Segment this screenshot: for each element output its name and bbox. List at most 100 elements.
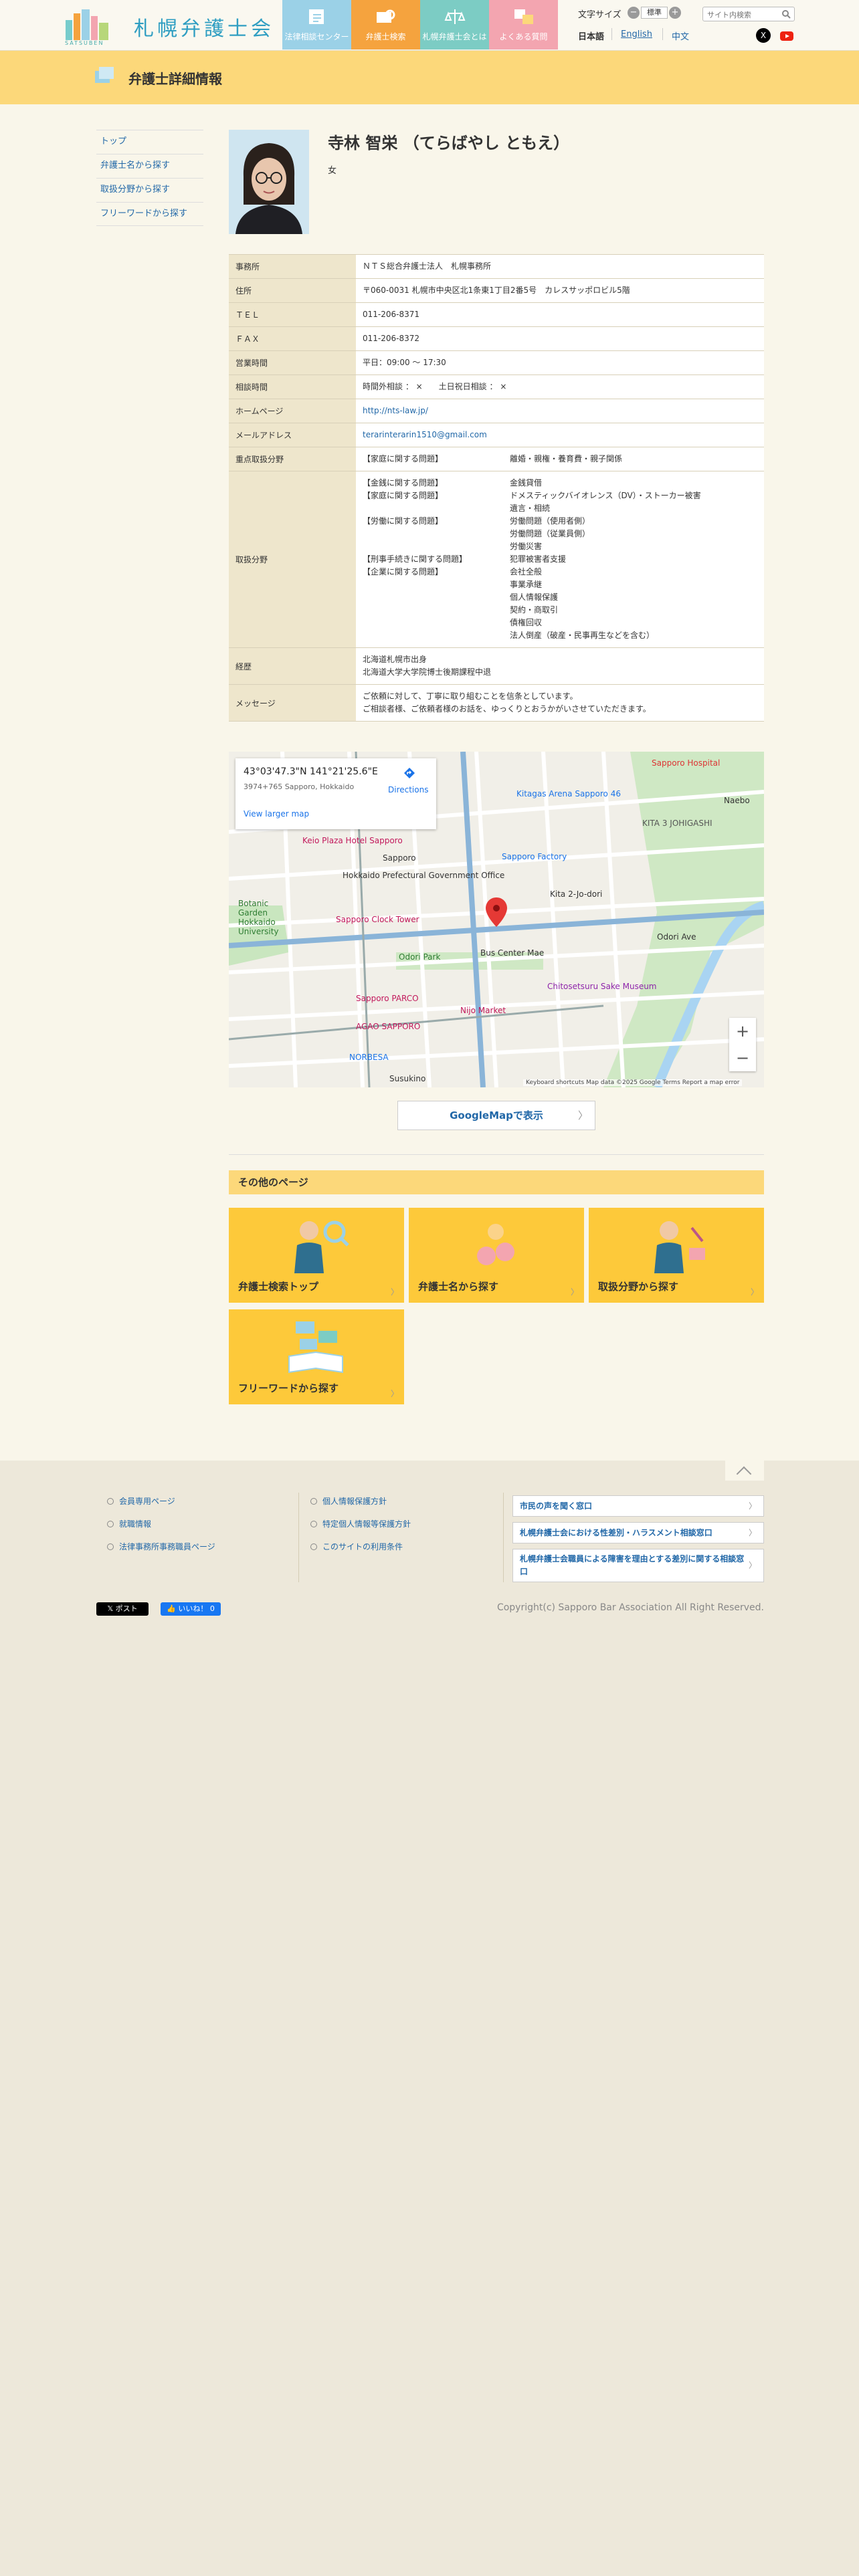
facebook-like-button[interactable]: 👍 いいね！ 0 [161, 1602, 221, 1616]
freeword-book-icon [288, 1321, 343, 1374]
map-zoom-controls: + − [729, 1018, 756, 1071]
portrait-image [229, 130, 309, 234]
back-to-top-button[interactable] [725, 1461, 764, 1481]
side-nav-by-name[interactable]: 弁護士名から探す [96, 154, 203, 178]
map-label: Hokkaido Prefectural Government Office [343, 871, 505, 880]
row-label: ＴＥＬ [229, 302, 356, 327]
row-label: 営業時間 [229, 350, 356, 375]
map-label: Odori Ave [657, 932, 696, 942]
map-label: Sapporo PARCO [356, 994, 419, 1003]
map-label: Sapporo [383, 853, 416, 863]
directions-icon[interactable] [403, 766, 416, 781]
side-nav-freeword[interactable]: フリーワードから探す [96, 202, 203, 226]
footer-link-staff[interactable]: 法律事務所事務職員ページ [104, 1541, 215, 1564]
card-label: 弁護士名から探す [418, 1281, 499, 1293]
zoom-out-button[interactable]: − [729, 1045, 756, 1071]
name-bubbles-icon [477, 1224, 514, 1265]
font-size-standard-button[interactable]: 標準 [641, 7, 668, 19]
footer-link-specific-privacy[interactable]: 特定個人情報等保護方針 [308, 1518, 411, 1541]
x-post-button[interactable]: 𝕏 ポスト [96, 1602, 149, 1616]
field-item: 個人情報保護 [510, 593, 559, 602]
side-nav-by-field[interactable]: 取扱分野から探す [96, 178, 203, 202]
field-category: 【労働に関する問題】 [363, 516, 444, 526]
card-search-top[interactable]: 弁護士検索トップ 〉 [229, 1208, 404, 1303]
lawyer-photo [229, 130, 309, 234]
homepage-link[interactable]: http://nts-law.jp/ [363, 406, 428, 415]
focus-category: 【家庭に関する問題】 [363, 454, 444, 463]
footer-divider [298, 1493, 299, 1582]
table-row: 経歴 北海道札幌市出身 北海道大学大学院博士後期課程中退 [229, 647, 764, 685]
map-label: Bus Center Mae [480, 948, 545, 958]
field-item: ドメスティックバイオレンス（DV）・ストーカー被害 [510, 491, 701, 500]
nav-about[interactable]: 札幌弁護士会とは [420, 0, 489, 49]
logo-subtext: SATSUBEN [65, 40, 104, 46]
zoom-in-button[interactable]: + [729, 1018, 756, 1045]
map-label: Sapporo Factory [502, 852, 567, 861]
footer-link-members[interactable]: 会員専用ページ [104, 1495, 215, 1518]
career-line: 北海道大学大学院博士後期課程中退 [363, 667, 492, 677]
map-label: NORBESA [349, 1053, 389, 1062]
directions-link[interactable]: Directions [388, 785, 428, 794]
table-row: 営業時間 平日：09:00 ～ 17:30 [229, 350, 764, 375]
lang-english[interactable]: English [621, 29, 652, 39]
nav-legal-center[interactable]: 法律相談センター [282, 0, 351, 49]
nav-label: 弁護士検索 [365, 32, 406, 41]
lawyer-scales-icon [654, 1221, 705, 1273]
footer-links-1: 会員専用ページ 就職情報 法律事務所事務職員ページ [104, 1495, 215, 1564]
site-search [702, 7, 795, 22]
chevron-right-icon: 〉 [570, 1287, 579, 1297]
lang-divider [662, 28, 663, 40]
logo-icon[interactable] [64, 8, 112, 43]
footer-link-jobs[interactable]: 就職情報 [104, 1518, 215, 1541]
footer-link-privacy[interactable]: 個人情報保護方針 [308, 1495, 411, 1518]
card-by-name[interactable]: 弁護士名から探す 〉 [409, 1208, 584, 1303]
x-icon[interactable]: X [756, 28, 771, 43]
logo-text[interactable]: 札幌弁護士会 [134, 12, 274, 41]
table-row: メッセージ ご依頼に対して、丁寧に取り組むことを信条としています。 ご相談者様、ご… [229, 684, 764, 722]
lawyer-search-icon [95, 67, 114, 83]
youtube-icon[interactable] [780, 31, 793, 41]
map-coordinates: 43°03'47.3"N 141°21'25.6"E [244, 766, 378, 777]
fields-list: 【金銭に関する問題】 金銭貸借 【家庭に関する問題】 ドメスティックバイオレンス（D… [356, 471, 764, 648]
footer-link-terms[interactable]: このサイトの利用条件 [308, 1541, 411, 1564]
font-size-decrease-button[interactable]: − [628, 7, 640, 19]
table-row: 取扱分野 【金銭に関する問題】 金銭貸借 【家庭に関する問題】 ドメスティックバイオ… [229, 471, 764, 648]
lang-chinese[interactable]: 中文 [672, 29, 689, 42]
row-label: ホームページ [229, 399, 356, 423]
lang-japanese[interactable]: 日本語 [578, 29, 604, 42]
faq-icon [514, 9, 533, 24]
view-larger-map-link[interactable]: View larger map [244, 809, 309, 819]
card-by-field[interactable]: 取扱分野から探す 〉 [589, 1208, 764, 1303]
footer-box-disability[interactable]: 札幌弁護士会職員による障害を理由とする差別に関する相談窓口〉 [512, 1549, 764, 1582]
map-label: Odori Park [399, 952, 441, 962]
chevron-right-icon: 〉 [577, 1109, 588, 1121]
map-label: Keio Plaza Hotel Sapporo [302, 836, 403, 845]
table-row: ホームページ http://nts-law.jp/ [229, 399, 764, 423]
lang-divider [611, 28, 612, 40]
map-info-card: 43°03'47.3"N 141°21'25.6"E 3974+765 Sapp… [235, 758, 436, 829]
map-label: Naebo [724, 796, 750, 805]
font-size-increase-button[interactable]: + [669, 7, 681, 19]
email-link[interactable]: terarinterarin1510@gmail.com [363, 430, 487, 439]
search-icon[interactable] [781, 9, 791, 19]
nav-lawyer-search[interactable]: 弁護士検索 [351, 0, 420, 49]
footer-box-citizen-voice[interactable]: 市民の声を聞く窓口 〉 [512, 1495, 764, 1517]
address-value: 〒060-0031 札幌市中央区北1条東1丁目2番5号 カレスサッポロビル5階 [356, 278, 764, 303]
google-map[interactable]: Sapporo Hospital Kitagas Arena Sapporo 4… [229, 752, 764, 1087]
font-size-label: 文字サイズ [578, 10, 622, 20]
map-label: Susukino [389, 1074, 426, 1083]
fax-value: 011-206-8372 [356, 326, 764, 351]
tel-value: 011-206-8371 [356, 302, 764, 327]
googlemap-button[interactable]: GoogleMapで表示 〉 [397, 1101, 595, 1130]
footer-box-harassment[interactable]: 札幌弁護士会における性差別・ハラスメント相談窓口 〉 [512, 1522, 764, 1543]
chevron-right-icon: 〉 [390, 1287, 399, 1297]
search-input[interactable] [703, 8, 777, 22]
row-label: メッセージ [229, 684, 356, 722]
map-credit[interactable]: Keyboard shortcuts Map data ©2025 Google… [523, 1079, 743, 1086]
map-label: Botanic Garden Hokkaido University [238, 899, 279, 936]
row-label: 事務所 [229, 254, 356, 279]
card-freeword[interactable]: フリーワードから探す 〉 [229, 1309, 404, 1404]
nav-faq[interactable]: よくある質問 [489, 0, 558, 49]
map-label: AGAO SAPPORO [356, 1022, 421, 1031]
side-nav-top[interactable]: トップ [96, 130, 203, 154]
